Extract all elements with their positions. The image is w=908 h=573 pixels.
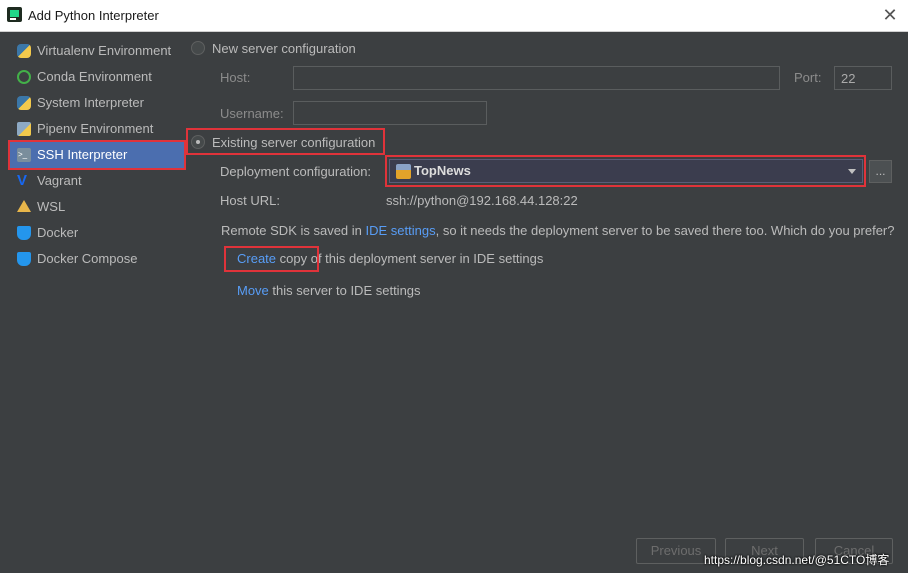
- sidebar-item-wsl[interactable]: WSL: [10, 194, 184, 220]
- move-option-text: this server to IDE settings: [272, 283, 421, 298]
- move-option: Move this server to IDE settings: [237, 283, 421, 298]
- host-url-label: Host URL:: [220, 193, 280, 208]
- sidebar-item-label: SSH Interpreter: [37, 147, 128, 162]
- existing-server-label: Existing server configuration: [212, 135, 376, 150]
- docker-icon: [17, 226, 31, 240]
- sidebar-item-virtualenv[interactable]: Virtualenv Environment: [10, 38, 184, 64]
- deployment-config-value: TopNews: [414, 163, 471, 178]
- existing-server-radio[interactable]: [191, 135, 205, 149]
- sidebar-item-system[interactable]: System Interpreter: [10, 90, 184, 116]
- docker-compose-icon: [17, 252, 31, 266]
- ide-settings-link[interactable]: IDE settings: [366, 223, 436, 238]
- sidebar-item-conda[interactable]: Conda Environment: [10, 64, 184, 90]
- sidebar-item-vagrant[interactable]: V Vagrant: [10, 168, 184, 194]
- host-input[interactable]: [293, 66, 780, 90]
- sidebar-item-label: Docker: [37, 225, 79, 240]
- deployment-config-label: Deployment configuration:: [220, 164, 372, 179]
- username-input[interactable]: [293, 101, 487, 125]
- sidebar-item-docker[interactable]: Docker: [10, 220, 184, 246]
- host-label: Host:: [220, 70, 251, 85]
- conda-icon: [17, 70, 31, 84]
- host-url-value: ssh://python@192.168.44.128:22: [386, 193, 578, 208]
- sidebar-item-label: System Interpreter: [37, 95, 144, 110]
- sidebar-item-label: Vagrant: [37, 173, 82, 188]
- deployment-server-icon: [396, 164, 411, 179]
- new-server-label: New server configuration: [212, 41, 356, 56]
- interpreter-type-list: Virtualenv Environment Conda Environment…: [0, 32, 188, 573]
- sidebar-item-label: Virtualenv Environment: [37, 43, 172, 58]
- window-title: Add Python Interpreter: [28, 8, 159, 23]
- sidebar-item-ssh[interactable]: SSH Interpreter: [8, 140, 186, 170]
- sidebar-item-label: WSL: [37, 199, 66, 214]
- watermark: https://blog.csdn.net/@51CTO博客: [704, 553, 890, 567]
- sidebar-item-docker-compose[interactable]: Docker Compose: [10, 246, 184, 272]
- new-server-radio[interactable]: [191, 41, 205, 55]
- python-icon: [17, 44, 31, 58]
- sidebar-item-label: Conda Environment: [37, 69, 152, 84]
- create-link[interactable]: Create: [237, 251, 276, 266]
- sidebar-item-label: Docker Compose: [37, 251, 138, 266]
- remote-sdk-notice: Remote SDK is saved in IDE settings, so …: [221, 223, 894, 238]
- wsl-icon: [17, 200, 31, 212]
- username-label: Username:: [220, 106, 284, 121]
- chevron-down-icon: [848, 169, 856, 174]
- move-link[interactable]: Move: [237, 283, 269, 298]
- port-input[interactable]: [834, 66, 892, 90]
- sidebar-item-label: Pipenv Environment: [37, 121, 154, 136]
- port-label: Port:: [794, 70, 822, 85]
- create-option-text: copy of this deployment server in IDE se…: [279, 251, 544, 266]
- notice-prefix: Remote SDK is saved in: [221, 223, 366, 238]
- title-bar: Add Python Interpreter ✕: [0, 0, 908, 32]
- close-icon[interactable]: ✕: [880, 5, 900, 25]
- sidebar-item-pipenv[interactable]: Pipenv Environment: [10, 116, 184, 142]
- python-icon: [17, 96, 31, 110]
- ssh-terminal-icon: [17, 142, 31, 168]
- browse-deployment-button[interactable]: ...: [869, 160, 892, 183]
- create-option: Create copy of this deployment server in…: [237, 251, 543, 266]
- pipenv-icon: [17, 122, 31, 136]
- deployment-config-dropdown[interactable]: TopNews: [389, 159, 863, 183]
- pycharm-logo-icon: [7, 7, 22, 22]
- vagrant-icon: V: [17, 172, 28, 189]
- notice-suffix: , so it needs the deployment server to b…: [435, 223, 895, 238]
